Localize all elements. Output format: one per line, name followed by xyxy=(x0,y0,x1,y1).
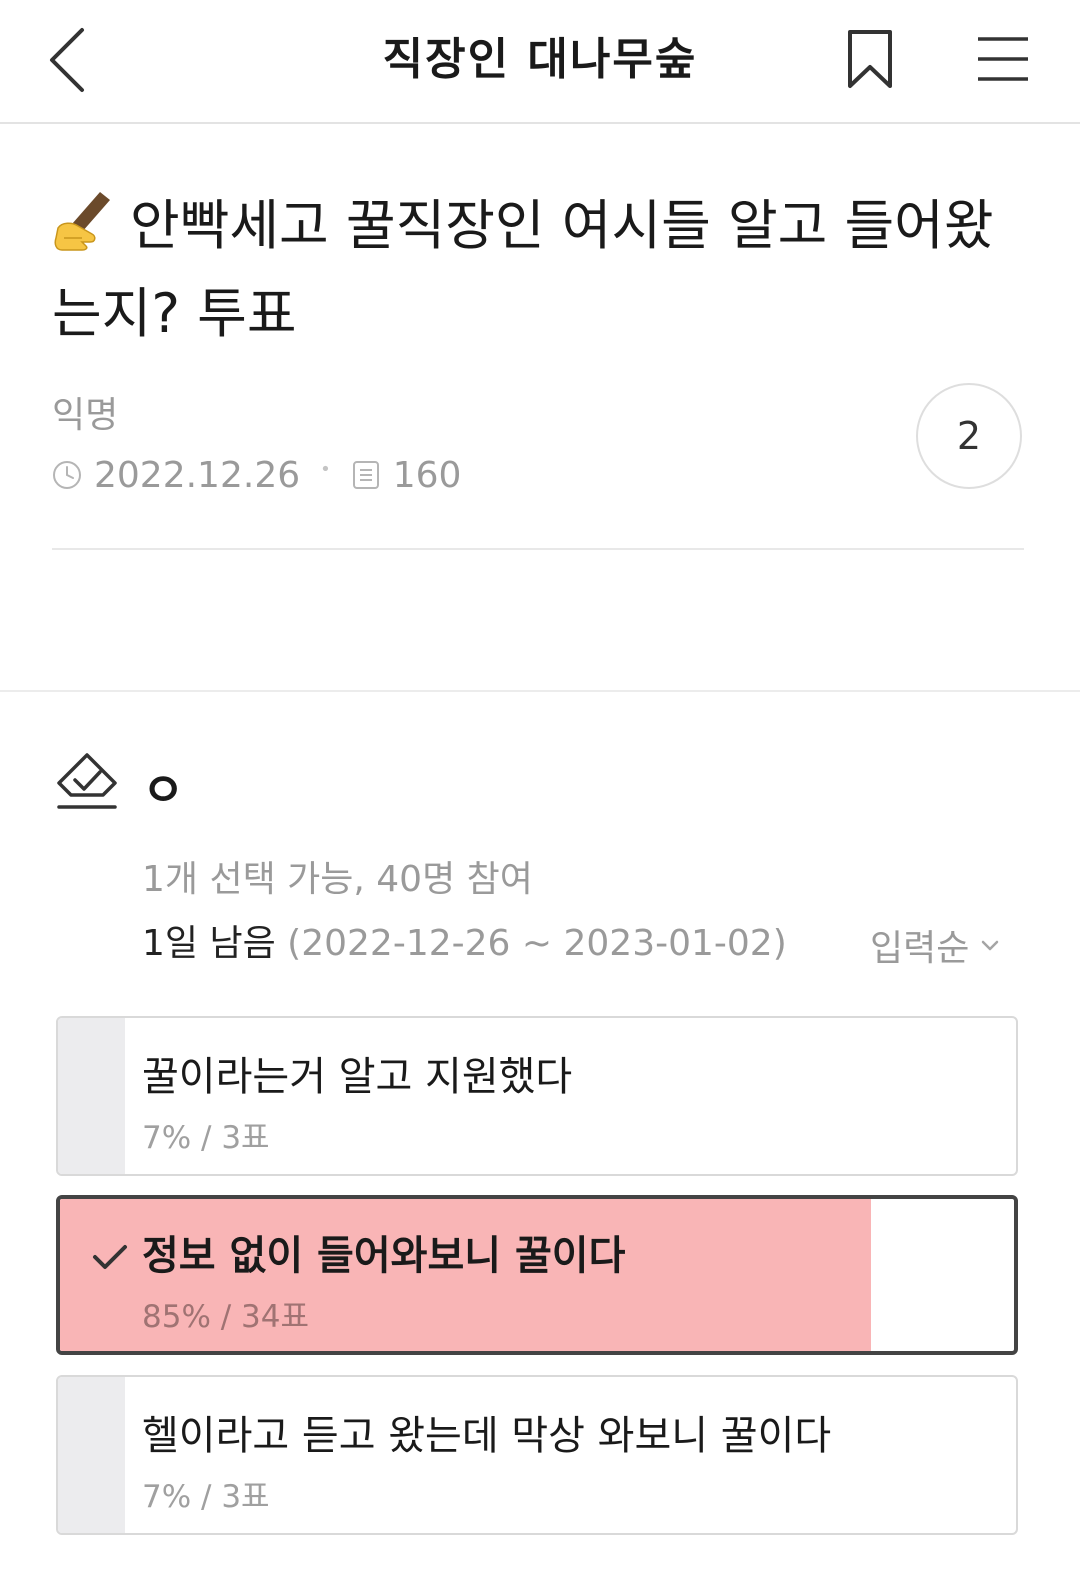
section-divider xyxy=(0,690,1080,692)
poll-option-result: 7% / 3표 xyxy=(142,1120,270,1156)
check-icon xyxy=(93,1245,127,1269)
poll-option-result: 7% / 3표 xyxy=(142,1479,270,1515)
poll-option-bar xyxy=(58,1018,126,1174)
sort-dropdown[interactable]: 입력순 xyxy=(870,920,1001,970)
poll-option-bar xyxy=(58,1377,126,1533)
poll-option-selected[interactable]: 정보 없이 들어와보니 꿀이다 85% / 34표 xyxy=(56,1195,1018,1355)
chevron-down-icon xyxy=(982,940,999,951)
poll-option-label: 헬이라고 듣고 왔는데 막상 와보니 꿀이다 xyxy=(142,1413,832,1459)
app-title: 직장인 대나무숲 xyxy=(382,34,698,85)
sort-label: 입력순 xyxy=(870,928,970,969)
comment-count-button[interactable]: 2 xyxy=(916,383,1022,489)
poll-period: (2022-12-26 ~ 2023-01-02) xyxy=(287,923,787,964)
views-icon xyxy=(351,460,381,490)
comment-count: 2 xyxy=(956,414,982,458)
view-count: 160 xyxy=(392,454,462,496)
hamburger-menu-icon xyxy=(978,37,1028,81)
poll-deadline: 1일 남음 (2022-12-26 ~ 2023-01-02) xyxy=(142,914,787,966)
clock-icon xyxy=(52,460,82,490)
author-name: 익명 xyxy=(52,395,119,436)
poll-title: ㅇ xyxy=(142,763,185,817)
divider xyxy=(52,548,1024,550)
bookmark-icon xyxy=(848,30,892,88)
menu-button[interactable] xyxy=(970,26,1036,92)
post-date: 2022.12.26 xyxy=(94,454,301,496)
post-title: 안빡세고 꿀직장인 여시들 알고 들어왔는지? 투표 xyxy=(52,182,1037,358)
poll-option[interactable]: 헬이라고 듣고 왔는데 막상 와보니 꿀이다 7% / 3표 xyxy=(56,1375,1018,1535)
top-bar: 직장인 대나무숲 xyxy=(0,0,1080,124)
post-meta: 2022.12.26 • 160 xyxy=(52,450,461,500)
vote-icon xyxy=(57,753,117,809)
poll-info: 1개 선택 가능, 40명 참여 xyxy=(142,859,533,900)
poll-option[interactable]: 꿀이라는거 알고 지원했다 7% / 3표 xyxy=(56,1016,1018,1176)
bookmark-button[interactable] xyxy=(842,26,898,92)
writing-hand-icon xyxy=(52,188,116,252)
poll-option-label: 정보 없이 들어와보니 꿀이다 xyxy=(142,1233,626,1279)
post-title-text: 안빡세고 꿀직장인 여시들 알고 들어왔는지? 투표 xyxy=(52,194,994,345)
poll-option-result: 85% / 34표 xyxy=(142,1299,310,1335)
meta-separator: • xyxy=(320,458,331,480)
poll-option-label: 꿀이라는거 알고 지원했다 xyxy=(142,1054,573,1100)
poll-remaining: 1일 남음 xyxy=(142,923,276,964)
